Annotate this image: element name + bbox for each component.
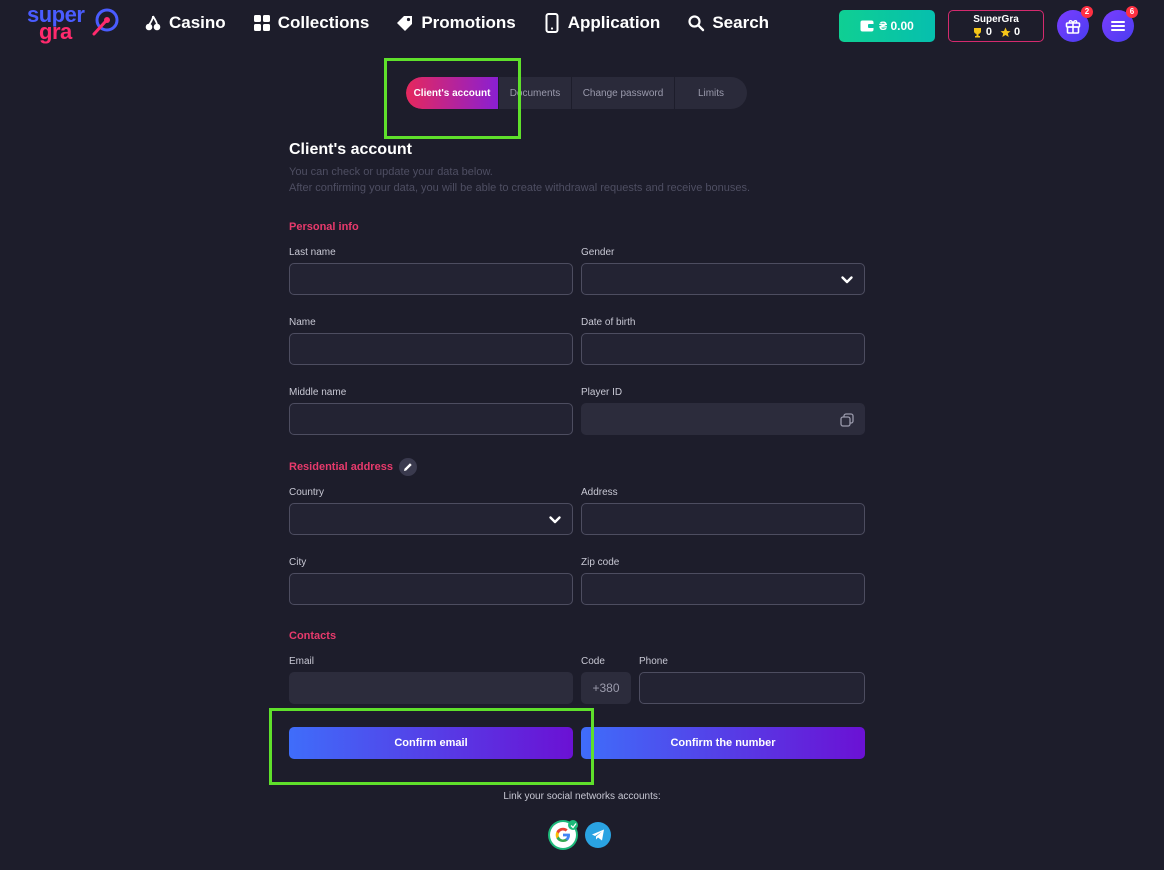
tab-clients-account[interactable]: Client's account — [406, 77, 499, 109]
logo-text-bottom: gra — [39, 19, 72, 44]
page-subtitle-line-2: After confirming your data, you will be … — [289, 182, 751, 194]
social-link-label: Link your social networks accounts: — [503, 791, 661, 802]
nav-application[interactable]: Application — [542, 13, 661, 33]
user-stats: 0 0 — [949, 26, 1043, 38]
copy-icon[interactable] — [840, 413, 854, 427]
email-field[interactable] — [289, 672, 573, 704]
section-personal-info-label: Personal info — [289, 221, 359, 233]
country-label: Country — [289, 487, 325, 498]
tab-limits[interactable]: Limits — [675, 77, 747, 109]
player-id-label: Player ID — [581, 387, 623, 398]
phone-icon — [542, 13, 562, 33]
country-select[interactable] — [289, 503, 573, 535]
country-code-value: +380 — [592, 681, 620, 695]
balance-value: ₴ 0.00 — [879, 19, 914, 33]
middle-name-field[interactable] — [289, 403, 573, 435]
gifts-badge: 2 — [1081, 6, 1093, 18]
page-title: Client's account — [289, 141, 412, 158]
section-personal-info: Personal info — [289, 221, 359, 233]
hamburger-icon — [1111, 21, 1125, 31]
nav-collections-label: Collections — [277, 13, 370, 32]
nav-casino[interactable]: Casino — [143, 13, 226, 33]
section-residential-address: Residential address — [289, 458, 417, 476]
telegram-link-button[interactable] — [585, 822, 611, 848]
linked-check-icon — [568, 820, 578, 830]
search-icon — [686, 13, 706, 33]
code-label: Code — [581, 656, 605, 667]
nav-promotions-label: Promotions — [421, 13, 516, 32]
trophy-count: 0 — [985, 26, 992, 38]
dob-label: Date of birth — [581, 317, 636, 328]
gender-label: Gender — [581, 247, 615, 258]
top-header: super gra Casino Collections Promotions … — [0, 0, 1164, 50]
confirm-email-button[interactable]: Confirm email — [289, 727, 573, 759]
last-name-field[interactable] — [289, 263, 573, 295]
nav-application-label: Application — [567, 13, 661, 32]
section-contacts-label: Contacts — [289, 630, 337, 642]
zip-code-field[interactable] — [581, 573, 865, 605]
nav-search-label: Search — [712, 13, 770, 32]
page: super gra Casino Collections Promotions … — [0, 0, 1164, 870]
city-field[interactable] — [289, 573, 573, 605]
menu-button[interactable]: 6 — [1102, 6, 1138, 42]
trophy-icon — [973, 27, 981, 37]
pencil-icon — [403, 463, 412, 471]
star-count: 0 — [1014, 26, 1021, 38]
chevron-down-icon — [549, 516, 561, 524]
country-code-field: +380 — [581, 672, 631, 704]
nav-casino-label: Casino — [169, 13, 226, 32]
edit-address-button[interactable] — [398, 458, 417, 476]
name-field[interactable] — [289, 333, 573, 365]
confirm-number-button[interactable]: Confirm the number — [581, 727, 865, 759]
gifts-button[interactable]: 2 — [1057, 6, 1093, 42]
grid-icon — [252, 13, 272, 33]
tab-documents[interactable]: Documents — [499, 77, 572, 109]
nav-promotions[interactable]: Promotions — [395, 13, 516, 33]
zip-code-label: Zip code — [581, 557, 620, 568]
chevron-down-icon — [841, 276, 853, 284]
gender-select[interactable] — [581, 263, 865, 295]
section-residential-address-label: Residential address — [289, 461, 393, 473]
city-label: City — [289, 557, 307, 568]
google-link-button[interactable] — [550, 820, 578, 848]
phone-field[interactable] — [639, 672, 865, 704]
star-stat: 0 — [1000, 26, 1020, 38]
dob-field[interactable] — [581, 333, 865, 365]
logo[interactable]: super gra — [27, 2, 122, 44]
player-id-field — [581, 403, 865, 435]
star-icon — [1000, 27, 1011, 37]
phone-label: Phone — [639, 656, 668, 667]
email-label: Email — [289, 656, 315, 667]
nav-search[interactable]: Search — [686, 13, 769, 33]
page-subtitle-line-1: You can check or update your data below. — [289, 166, 493, 178]
wallet-icon — [860, 20, 875, 32]
tab-change-password[interactable]: Change password — [572, 77, 675, 109]
middle-name-label: Middle name — [289, 387, 347, 398]
address-label: Address — [581, 487, 618, 498]
user-profile-box[interactable]: SuperGra 0 0 — [948, 10, 1044, 42]
tag-icon — [395, 13, 415, 33]
logo-rocket-icon — [92, 8, 119, 36]
address-field[interactable] — [581, 503, 865, 535]
name-label: Name — [289, 317, 316, 328]
section-contacts: Contacts — [289, 630, 336, 642]
last-name-label: Last name — [289, 247, 336, 258]
gift-icon — [1065, 20, 1081, 34]
menu-badge: 6 — [1126, 6, 1138, 18]
trophy-stat: 0 — [972, 26, 992, 38]
nav-collections[interactable]: Collections — [252, 13, 370, 33]
user-name: SuperGra — [973, 14, 1019, 25]
main-nav: Casino Collections Promotions Applicatio… — [143, 13, 795, 33]
cherries-icon — [143, 13, 163, 33]
telegram-icon — [592, 829, 604, 841]
balance-button[interactable]: ₴ 0.00 — [839, 10, 935, 42]
account-tabs: Client's account Documents Change passwo… — [406, 77, 747, 109]
